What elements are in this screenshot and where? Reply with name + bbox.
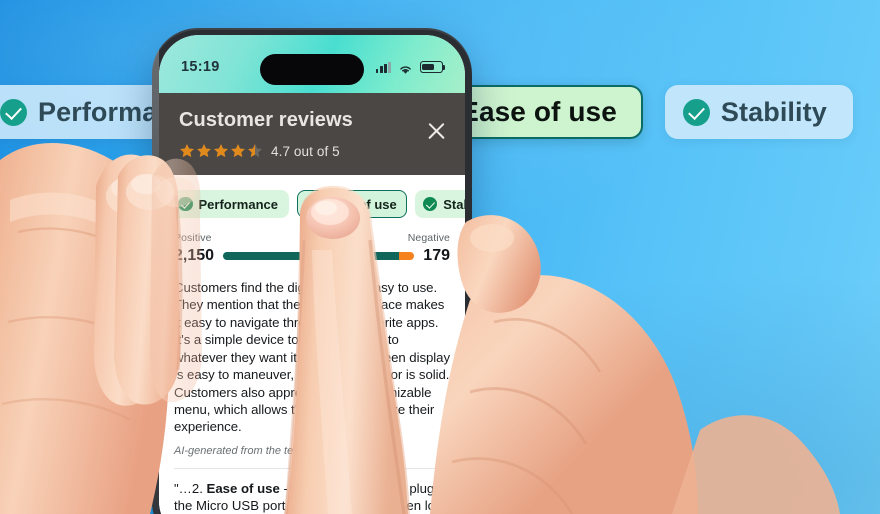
close-icon[interactable] [424, 119, 448, 143]
sentiment-labels: Positive Negative [174, 232, 450, 244]
aspect-chip-label: Stability [443, 196, 465, 212]
sentiment-positive-count: 2,150 [174, 247, 215, 264]
sentiment-bar-row: 2,150 179 [174, 247, 450, 265]
review-quote: "…2. Ease of use - PnP HDMI port and plu… [159, 469, 465, 514]
status-bar-time: 15:19 [181, 59, 220, 75]
sentiment-negative-count: 179 [423, 247, 450, 264]
star-icon-full [179, 143, 195, 159]
phone-screen: 15:19 Customer reviews 4.7 out of 5 Perf… [159, 35, 465, 514]
sentiment-section: Positive Negative 2,150 179 [159, 218, 465, 265]
sentiment-bar [223, 252, 415, 260]
quote-prefix: "…2. [174, 480, 207, 496]
sentiment-bar-positive [223, 252, 399, 260]
quote-bold-term: Ease of use [206, 480, 280, 496]
aspect-chip-label: Performance [198, 196, 278, 212]
right-hand [430, 215, 840, 514]
check-circle-icon [422, 196, 438, 212]
backdrop-chip-stability[interactable]: Stability [664, 85, 853, 139]
wifi-icon [398, 62, 413, 74]
star-icon-full [213, 143, 229, 159]
ai-generated-note: AI-generated from the text of customer r… [174, 444, 403, 457]
rating-row: 4.7 out of 5 [179, 143, 445, 159]
check-circle-icon [303, 196, 319, 212]
reviews-body: Performance Ease of use Stability [159, 175, 465, 514]
status-bar: 15:19 [159, 35, 465, 93]
sentiment-positive-label: Positive [174, 232, 212, 244]
aspect-chip-row: Performance Ease of use Stability [159, 190, 465, 218]
status-bar-icons [375, 61, 446, 74]
aspect-chip-stability[interactable]: Stability [414, 190, 465, 218]
star-icon-full [196, 143, 212, 159]
page-title: Customer reviews [179, 109, 353, 131]
phone-device: 15:19 Customer reviews 4.7 out of 5 Perf… [152, 28, 472, 514]
screenshot-stage: Performance Ease of use Stability 15:19 [0, 0, 880, 514]
star-icon-half [247, 143, 263, 159]
check-circle-icon [0, 98, 27, 126]
signal-icon [375, 61, 391, 73]
left-hand [0, 143, 170, 514]
aspect-chip-label: Ease of use [324, 196, 397, 212]
check-circle-icon [178, 196, 193, 212]
check-circle-icon [682, 98, 710, 126]
star-rating [179, 143, 263, 159]
reviews-header: Customer reviews 4.7 out of 5 [159, 93, 465, 175]
battery-icon [420, 61, 446, 73]
backdrop-chip-label: Ease of use [460, 96, 617, 127]
backdrop-chip-label: Stability [720, 96, 827, 127]
aspect-chip-ease-of-use[interactable]: Ease of use [296, 190, 407, 218]
dynamic-island [260, 54, 364, 85]
star-icon-full [230, 143, 246, 159]
sentiment-bar-negative [398, 252, 415, 260]
sentiment-negative-label: Negative [407, 232, 450, 244]
rating-text: 4.7 out of 5 [271, 143, 340, 159]
ai-summary-text: Customers find the digital device easy t… [174, 280, 451, 435]
aspect-chip-performance[interactable]: Performance [170, 190, 289, 218]
